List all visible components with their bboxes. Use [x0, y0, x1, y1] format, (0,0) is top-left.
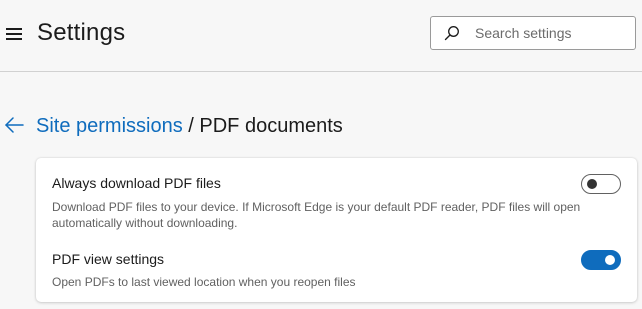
- hamburger-icon[interactable]: [6, 28, 22, 40]
- setting-description-always-download: Download PDF files to your device. If Mi…: [52, 200, 581, 230]
- breadcrumb-link-site-permissions[interactable]: Site permissions: [36, 115, 183, 137]
- header: Settings: [0, 0, 642, 72]
- toggle-knob: [587, 179, 597, 189]
- breadcrumb-separator: /: [182, 115, 200, 137]
- toggle-knob: [605, 255, 615, 265]
- back-arrow-icon[interactable]: [4, 116, 24, 134]
- breadcrumb: Site permissions / PDF documents: [36, 115, 343, 138]
- page-title: Settings: [37, 19, 126, 46]
- search-icon: [444, 26, 459, 41]
- toggle-always-download[interactable]: [581, 174, 621, 194]
- setting-title-pdf-view-settings: PDF view settings: [52, 251, 165, 267]
- search-box[interactable]: [430, 16, 636, 50]
- search-input[interactable]: [475, 18, 631, 48]
- setting-description-pdf-view-settings: Open PDFs to last viewed location when y…: [52, 275, 356, 289]
- setting-title-always-download: Always download PDF files: [52, 175, 221, 191]
- breadcrumb-current-page: PDF documents: [199, 115, 343, 137]
- settings-card: Always download PDF files Download PDF f…: [36, 158, 637, 302]
- toggle-pdf-view-settings[interactable]: [581, 250, 621, 270]
